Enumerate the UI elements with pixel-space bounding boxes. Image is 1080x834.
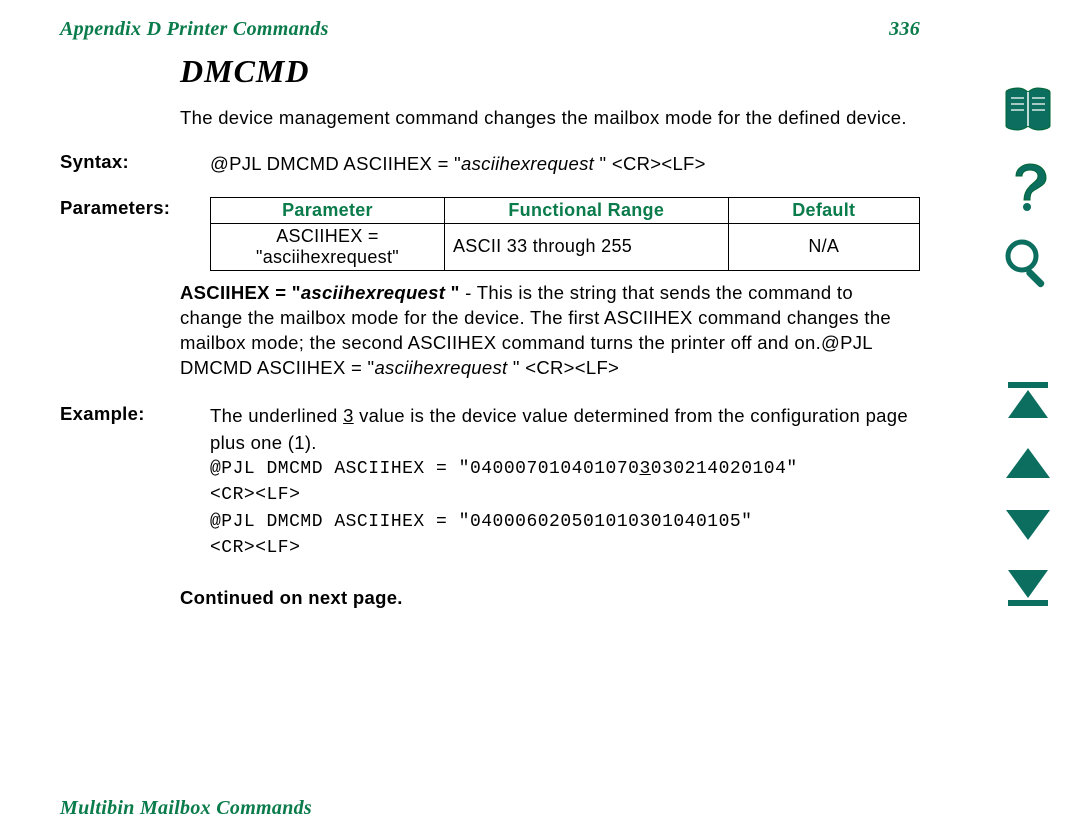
page-number: 336 bbox=[889, 18, 920, 41]
book-icon[interactable] bbox=[1002, 84, 1054, 136]
desc-text2: " <CR><LF> bbox=[513, 357, 619, 378]
help-icon[interactable] bbox=[1002, 160, 1054, 212]
example-value: The underlined 3 value is the device val… bbox=[210, 403, 920, 561]
intro-text: The device management command changes th… bbox=[60, 106, 920, 131]
table-header-row: Parameter Functional Range Default bbox=[211, 197, 920, 223]
col-range: Functional Range bbox=[444, 197, 728, 223]
col-default: Default bbox=[728, 197, 919, 223]
last-page-icon[interactable] bbox=[1002, 566, 1054, 608]
syntax-suffix: " <CR><LF> bbox=[600, 153, 706, 174]
prev-page-icon[interactable] bbox=[1002, 446, 1054, 482]
cell-range: ASCII 33 through 255 bbox=[444, 223, 728, 270]
desc-italic-mid: asciihexrequest bbox=[374, 357, 512, 378]
cell-default: N/A bbox=[728, 223, 919, 270]
example-crlf1: <CR><LF> bbox=[210, 482, 920, 508]
search-icon[interactable] bbox=[1002, 236, 1054, 288]
syntax-label: Syntax: bbox=[60, 151, 210, 177]
example-label: Example: bbox=[60, 403, 210, 561]
desc-bold-prefix: ASCIIHEX = " bbox=[180, 282, 301, 303]
header-left: Appendix D Printer Commands bbox=[60, 18, 329, 41]
footer-text: Multibin Mailbox Commands bbox=[60, 797, 312, 820]
nav-sidebar bbox=[998, 84, 1058, 608]
syntax-value: @PJL DMCMD ASCIIHEX = "asciihexrequest "… bbox=[210, 151, 920, 177]
desc-bold-italic: asciihexrequest bbox=[301, 282, 451, 303]
next-page-icon[interactable] bbox=[1002, 506, 1054, 542]
parameters-label: Parameters: bbox=[60, 197, 210, 271]
syntax-italic: asciihexrequest bbox=[461, 153, 599, 174]
page-title: DMCMD bbox=[180, 53, 920, 90]
cell-parameter: ASCIIHEX = "asciihexrequest" bbox=[211, 223, 445, 270]
example-line1-u: 3 bbox=[639, 459, 650, 479]
example-intro-underline: 3 bbox=[343, 405, 354, 426]
example-crlf2: <CR><LF> bbox=[210, 535, 920, 561]
first-page-icon[interactable] bbox=[1002, 380, 1054, 422]
example-intro-a: The underlined bbox=[210, 405, 343, 426]
desc-bold-suffix: " bbox=[451, 282, 460, 303]
parameter-description: ASCIIHEX = "asciihexrequest " - This is … bbox=[60, 281, 920, 381]
syntax-prefix: @PJL DMCMD ASCIIHEX = " bbox=[210, 153, 461, 174]
table-row: ASCIIHEX = "asciihexrequest" ASCII 33 th… bbox=[211, 223, 920, 270]
example-line2: @PJL DMCMD ASCIIHEX = "04000602050101030… bbox=[210, 509, 920, 535]
col-parameter: Parameter bbox=[211, 197, 445, 223]
example-line1b: 030214020104" bbox=[651, 459, 798, 479]
example-line1a: @PJL DMCMD ASCIIHEX = "040007010401070 bbox=[210, 459, 639, 479]
continued-note: Continued on next page. bbox=[60, 587, 920, 609]
parameters-table: Parameter Functional Range Default ASCII… bbox=[210, 197, 920, 271]
